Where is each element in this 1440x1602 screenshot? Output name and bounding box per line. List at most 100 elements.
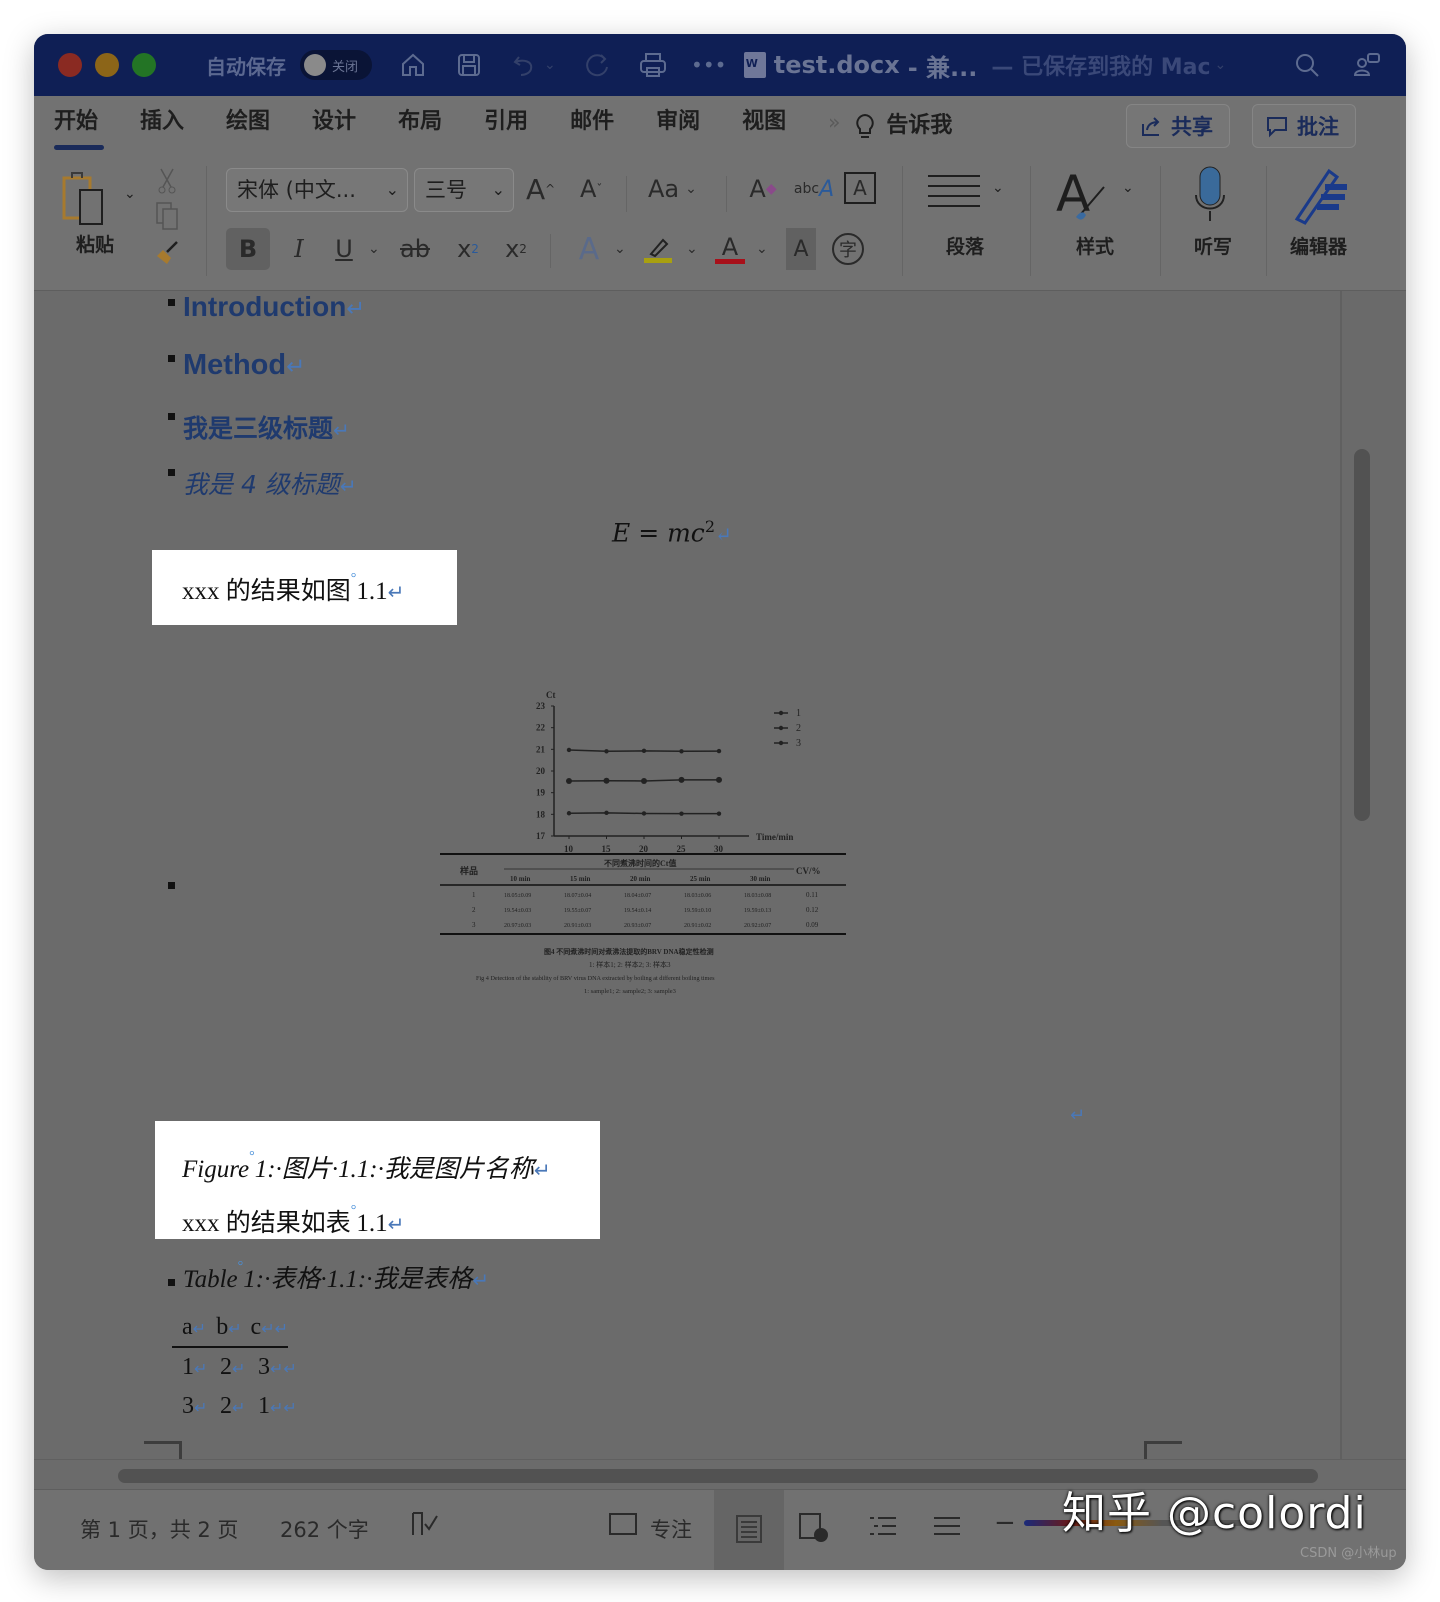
vertical-scrollbar-thumb[interactable] (1354, 449, 1370, 821)
outline-view-icon[interactable] (868, 1514, 898, 1545)
character-border-icon[interactable]: A (844, 172, 876, 204)
save-icon[interactable] (454, 50, 484, 80)
character-shading-icon[interactable]: A (786, 228, 816, 270)
watermark: 知乎 @colordi (1062, 1488, 1367, 1539)
tab-design[interactable]: 设计 (312, 106, 378, 146)
equation[interactable]: E = mc2↵ (612, 517, 732, 547)
print-layout-view-button[interactable] (714, 1490, 784, 1570)
underline-button[interactable]: U (330, 228, 358, 270)
tab-view[interactable]: 视图 (742, 106, 808, 146)
clear-formatting-icon[interactable]: A ◆ (746, 168, 780, 210)
zoom-out-button[interactable]: − (994, 1508, 1016, 1538)
highlight-color-icon[interactable] (642, 228, 674, 270)
table-cell[interactable]: 3↵↵ (258, 1354, 297, 1381)
styles-icon[interactable]: A (1054, 164, 1114, 224)
tab-references[interactable]: 引用 (484, 106, 550, 146)
more-icon[interactable]: ••• (691, 50, 726, 80)
shrink-font-button[interactable]: Aˇ (580, 168, 602, 210)
paragraph-icon[interactable] (924, 170, 984, 216)
format-painter-icon[interactable] (152, 238, 182, 268)
highlight-dropdown-icon[interactable]: ⌄ (686, 228, 698, 270)
draft-view-icon[interactable] (932, 1514, 962, 1545)
text-effects-abc-icon[interactable]: abc A (794, 168, 834, 210)
font-name-select[interactable]: 宋体 (中文... ⌄ (226, 168, 408, 212)
table-header-cell[interactable]: b↵ (216, 1314, 250, 1341)
print-icon[interactable] (638, 50, 668, 80)
tab-home[interactable]: 开始 (54, 106, 120, 150)
subscript-icon: x (457, 235, 472, 263)
table-header-cell[interactable]: c↵↵ (251, 1314, 288, 1341)
search-icon[interactable] (1292, 50, 1322, 80)
superscript-button[interactable]: x2 (502, 228, 530, 270)
share-button[interactable]: 共享 (1126, 104, 1230, 148)
table-cell[interactable]: 3↵ (182, 1393, 220, 1420)
tab-draw[interactable]: 绘图 (226, 106, 292, 146)
table-cell[interactable]: 1↵↵ (258, 1393, 297, 1420)
italic-button[interactable]: I (284, 228, 314, 270)
font-size-select[interactable]: 三号 ⌄ (414, 168, 514, 212)
collaborate-icon[interactable] (1352, 50, 1382, 80)
strikethrough-button[interactable]: ab (398, 228, 432, 270)
font-color-icon[interactable]: A (714, 228, 746, 270)
grow-font-button[interactable]: A ^ (526, 168, 555, 210)
font-color-dropdown-icon[interactable]: ⌄ (756, 228, 768, 270)
table-reference-text[interactable]: xxx 的结果如表°1.1↵ (182, 1203, 404, 1239)
heading-2-method[interactable]: Method↵ (183, 349, 306, 382)
embedded-figure-image[interactable]: Ct Time/min 17 18 19 20 21 22 23 10 15 20 25 30 1 2 3 样品… (404, 676, 854, 1016)
heading-4[interactable]: 我是 4 级标题↵ (183, 465, 357, 501)
page-count[interactable]: 第 1 页，共 2 页 (80, 1514, 238, 1544)
title-bar: 自动保存 关闭 ⌄ ••• test.docx - 兼... — 已保存到我的 … (34, 34, 1406, 96)
tell-me-search[interactable]: 告诉我 (854, 106, 952, 146)
word-count[interactable]: 262 个字 (280, 1514, 369, 1544)
home-icon[interactable] (398, 50, 428, 80)
more-tabs-icon[interactable]: » (828, 106, 840, 146)
figure-caption[interactable]: Figure°1:·图片·1.1:·我是图片名称↵ (182, 1149, 551, 1185)
close-window-button[interactable] (58, 53, 82, 77)
save-status[interactable]: — 已保存到我的 Mac (991, 49, 1210, 81)
zoom-window-button[interactable] (132, 53, 156, 77)
figure-reference-text[interactable]: xxx 的结果如图°1.1↵ (182, 571, 404, 607)
minimize-window-button[interactable] (95, 53, 119, 77)
paragraph-dropdown-icon[interactable]: ⌄ (992, 180, 1004, 196)
focus-mode-icon[interactable] (608, 1510, 638, 1543)
vertical-scrollbar[interactable] (1340, 291, 1406, 1459)
text-effects-icon[interactable]: A (574, 228, 604, 270)
table-caption[interactable]: Table°1:·表格·1.1:·我是表格↵ (183, 1259, 489, 1295)
cut-icon[interactable] (152, 166, 182, 196)
redo-icon[interactable] (582, 50, 612, 80)
table-cell[interactable]: 1↵ (182, 1354, 220, 1381)
proofing-icon[interactable] (410, 1510, 440, 1543)
heading-3[interactable]: 我是三级标题↵ (183, 409, 350, 445)
styles-dropdown-icon[interactable]: ⌄ (1122, 180, 1134, 196)
paste-dropdown-icon[interactable]: ⌄ (124, 186, 136, 202)
table-header-cell[interactable]: a↵ (182, 1314, 216, 1341)
comments-button[interactable]: 批注 (1252, 104, 1356, 148)
change-case-button[interactable]: Aa ⌄ (648, 168, 697, 210)
subscript-button[interactable]: x2 (454, 228, 482, 270)
undo-dropdown-icon[interactable]: ⌄ (544, 57, 556, 73)
bold-button[interactable]: B (226, 228, 270, 270)
autosave-toggle[interactable]: 关闭 (300, 50, 372, 80)
table-cell: 19.54±0.03 (504, 908, 531, 914)
document-title[interactable]: test.docx - 兼... (743, 48, 977, 83)
editor-icon[interactable] (1288, 164, 1352, 226)
tab-insert[interactable]: 插入 (140, 106, 206, 146)
heading-1-introduction[interactable]: Introduction↵ (183, 291, 365, 323)
chevron-down-icon[interactable]: ⌄ (1215, 57, 1227, 73)
web-layout-icon[interactable] (798, 1512, 830, 1549)
text-effects-dropdown-icon[interactable]: ⌄ (614, 228, 626, 270)
document-table[interactable]: a↵ b↵ c↵↵ 1↵ 2↵ 3↵↵ 3↵ 2↵ 1↵↵ (172, 1309, 297, 1426)
table-cell-cv: 0.09 (806, 921, 819, 929)
document-canvas[interactable]: Introduction↵ Method↵ 我是三级标题↵ 我是 4 级标题↵ … (34, 291, 1340, 1459)
enclose-character-icon[interactable]: 字 (832, 233, 864, 265)
tab-layout[interactable]: 布局 (398, 106, 464, 146)
table-cell[interactable]: 2↵ (220, 1393, 258, 1420)
table-cell[interactable]: 2↵ (220, 1354, 258, 1381)
focus-mode-label[interactable]: 专注 (650, 1514, 692, 1544)
tab-review[interactable]: 审阅 (656, 106, 722, 146)
copy-icon[interactable] (152, 201, 182, 231)
tab-mailings[interactable]: 邮件 (570, 106, 636, 146)
undo-icon[interactable] (510, 50, 540, 80)
underline-dropdown-icon[interactable]: ⌄ (368, 228, 380, 270)
microphone-icon[interactable] (1190, 164, 1230, 226)
